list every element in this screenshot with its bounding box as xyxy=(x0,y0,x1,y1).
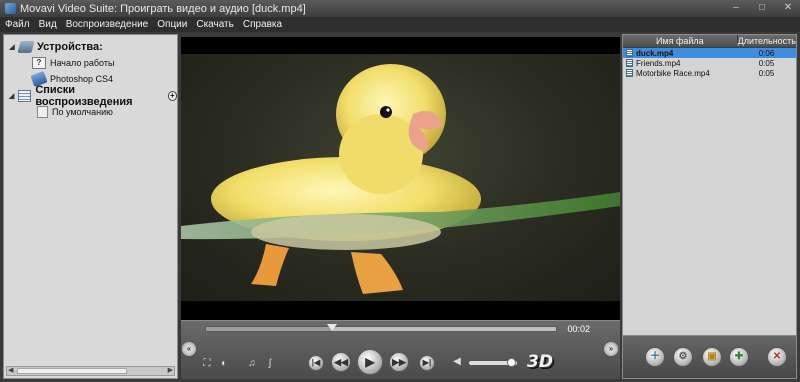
volume-knob[interactable] xyxy=(507,358,517,367)
fullscreen-icon[interactable]: ⛶ xyxy=(201,358,213,370)
menu-playback[interactable]: Воспроизведение xyxy=(66,19,149,30)
app-icon xyxy=(5,3,16,14)
add-playlist-button[interactable]: ✚ xyxy=(729,347,749,367)
file-name: duck.mp4 xyxy=(636,48,674,58)
collapse-icon[interactable]: ◢ xyxy=(7,43,17,51)
video-file-icon xyxy=(626,49,633,57)
menu-download[interactable]: Скачать xyxy=(196,19,234,30)
minimize-button[interactable]: – xyxy=(728,2,744,14)
seek-progress xyxy=(206,327,332,331)
next-panel-icon[interactable]: » xyxy=(604,342,618,356)
tree-item-label: По умолчанию xyxy=(52,107,113,117)
horizontal-scrollbar[interactable]: ◀ ▶ xyxy=(6,366,175,376)
collapse-icon[interactable]: ◢ xyxy=(7,92,16,100)
scroll-right-icon[interactable]: ▶ xyxy=(168,366,173,374)
skip-back-button[interactable]: |◀ xyxy=(308,355,324,371)
add-files-button[interactable]: ＋ xyxy=(645,347,665,367)
fast-forward-button[interactable]: ▶▶ xyxy=(389,352,409,372)
audio-icon[interactable]: ◖ xyxy=(217,358,229,370)
column-header-filename[interactable]: Имя файла xyxy=(623,35,738,47)
tree-item-label: Photoshop CS4 xyxy=(50,74,114,84)
add-folder-button[interactable]: ▣ xyxy=(702,347,722,367)
skip-forward-button[interactable]: ▶| xyxy=(419,355,435,371)
prev-panel-icon[interactable]: « xyxy=(182,342,196,356)
column-header-duration[interactable]: Длительность xyxy=(738,35,796,47)
file-name: Friends.mp4 xyxy=(636,58,681,68)
video-file-icon xyxy=(626,59,633,67)
playlist-row[interactable]: duck.mp4 0:06 xyxy=(623,48,796,58)
device-icon xyxy=(17,40,35,53)
tree-group-devices[interactable]: ◢ Устройства: xyxy=(4,38,177,55)
menu-options[interactable]: Опции xyxy=(157,19,187,30)
rewind-button[interactable]: ◀◀ xyxy=(331,352,351,372)
add-url-button[interactable]: ⚙ xyxy=(673,347,693,367)
maximize-button[interactable]: □ xyxy=(754,2,770,14)
menu-view[interactable]: Вид xyxy=(39,19,57,30)
scroll-left-icon[interactable]: ◀ xyxy=(8,366,13,374)
time-display: 00:02 xyxy=(567,324,590,334)
window-title: Movavi Video Suite: Проиграть видео и ау… xyxy=(20,2,306,15)
seek-bar[interactable] xyxy=(205,324,557,332)
file-duration: 0:05 xyxy=(758,58,775,68)
file-name: Motorbike Race.mp4 xyxy=(636,68,710,78)
tree-item-getting-started[interactable]: ? Начало работы xyxy=(4,55,177,71)
playback-controls: 00:02 « » ⛶ ◖ ♫ ʃ |◀ ◀◀ ▶ ▶▶ ▶| ◀ 3D xyxy=(181,320,620,379)
video-display[interactable] xyxy=(181,37,620,320)
menu-bar: Файл Вид Воспроизведение Опции Скачать С… xyxy=(0,17,800,32)
devices-label: Устройства: xyxy=(37,40,103,53)
video-file-icon xyxy=(626,69,633,77)
window-controls: – □ ✕ xyxy=(728,2,796,14)
menu-help[interactable]: Справка xyxy=(243,19,282,30)
library-panel: ◢ Устройства: ? Начало работы Photoshop … xyxy=(3,34,178,379)
library-tree: ◢ Устройства: ? Начало работы Photoshop … xyxy=(4,35,178,120)
file-duration: 0:06 xyxy=(758,48,775,58)
playlists-label: Списки воспроизведения xyxy=(35,83,133,108)
volume-icon[interactable]: ◀ xyxy=(451,356,463,368)
close-button[interactable]: ✕ xyxy=(780,2,796,14)
playlist-row[interactable]: Motorbike Race.mp4 0:05 xyxy=(623,68,796,78)
playlist-row[interactable]: Friends.mp4 0:05 xyxy=(623,58,796,68)
tree-group-playlists[interactable]: ◢ Списки воспроизведения + xyxy=(4,84,178,108)
scrollbar-thumb[interactable] xyxy=(17,368,127,374)
video-frame xyxy=(181,54,620,301)
playlist-rows: duck.mp4 0:06 Friends.mp4 0:05 Motorbike Rac… xyxy=(623,48,796,78)
volume-slider[interactable] xyxy=(469,358,517,367)
audio-track-icon[interactable]: ♫ xyxy=(246,358,258,370)
help-icon: ? xyxy=(32,57,46,69)
remove-button[interactable]: ✕ xyxy=(767,347,787,367)
file-duration: 0:05 xyxy=(758,68,775,78)
menu-file[interactable]: Файл xyxy=(5,19,30,30)
seek-thumb[interactable] xyxy=(327,324,337,331)
playlist-header: Имя файла Длительность xyxy=(623,35,796,48)
playlist-panel: Имя файла Длительность duck.mp4 0:06 Frien… xyxy=(622,34,797,379)
add-playlist-icon[interactable]: + xyxy=(167,90,178,101)
title-bar: Movavi Video Suite: Проиграть видео и ау… xyxy=(0,0,800,17)
tree-item-label: Начало работы xyxy=(50,58,115,68)
duckling-image xyxy=(181,64,620,294)
document-icon xyxy=(37,106,48,118)
play-button[interactable]: ▶ xyxy=(357,349,383,375)
subtitles-icon[interactable]: ʃ xyxy=(264,358,276,370)
3d-mode-button[interactable]: 3D xyxy=(527,352,553,372)
playlist-icon xyxy=(18,89,32,102)
playlist-controls: ＋ ⚙ ▣ ✚ ✕ xyxy=(623,335,796,378)
